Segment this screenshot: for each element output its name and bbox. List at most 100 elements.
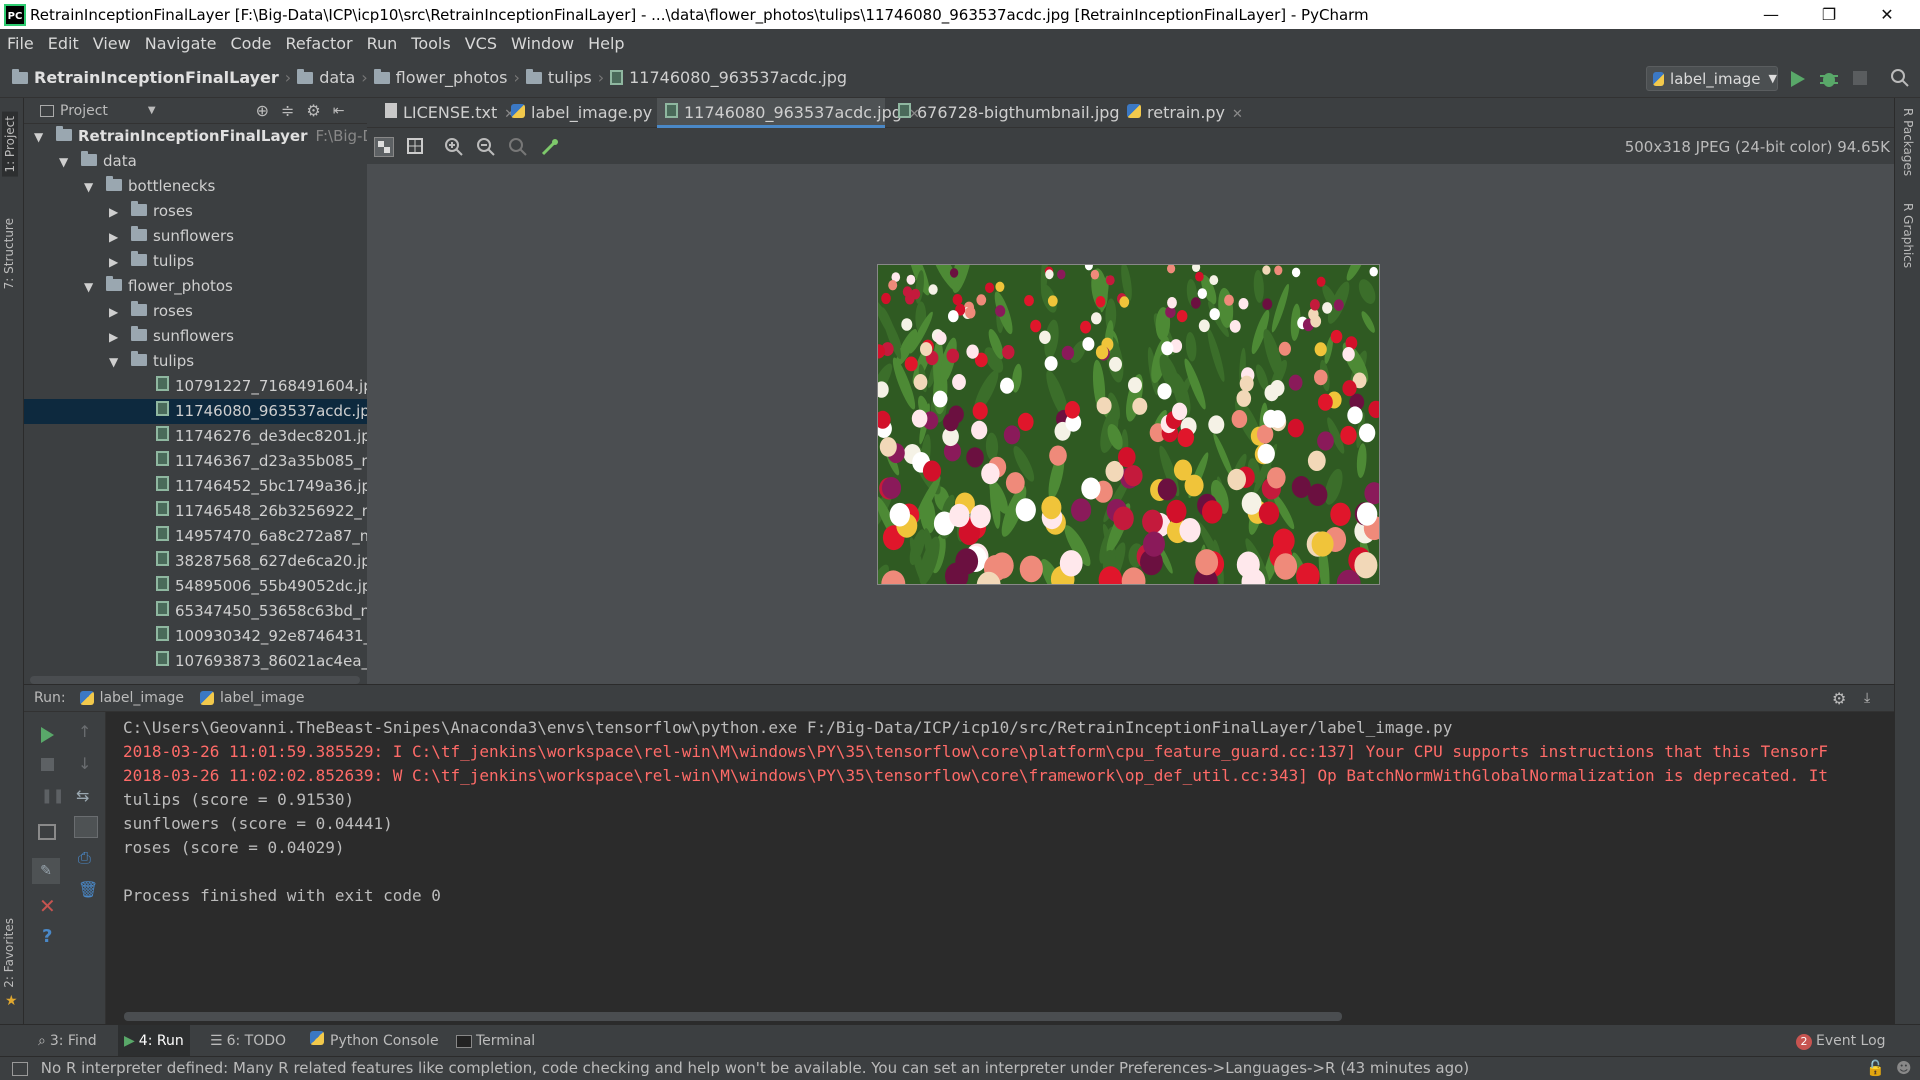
tool-tab-python-console[interactable]: Python Console bbox=[310, 1025, 439, 1057]
tree-item[interactable]: ▼ data bbox=[24, 149, 367, 174]
tab-11746080-jpg[interactable]: 11746080_963537acdc.jpg ✕ bbox=[657, 98, 920, 128]
expanded-arrow-icon[interactable]: ▼ bbox=[84, 275, 98, 299]
tree-item[interactable]: 100930342_92e8746431_n.jpg bbox=[24, 624, 367, 649]
color-picker-icon[interactable] bbox=[540, 137, 560, 157]
tree-item[interactable]: 54895006_55b49052dc.jpg bbox=[24, 574, 367, 599]
menu-run[interactable]: Run bbox=[367, 34, 398, 53]
expanded-arrow-icon[interactable]: ▼ bbox=[59, 150, 73, 174]
breadcrumb-flower-photos[interactable]: flower_photos bbox=[396, 68, 508, 87]
status-message[interactable]: No R interpreter defined: Many R related… bbox=[41, 1059, 1469, 1077]
collapsed-arrow-icon[interactable]: ▶ bbox=[109, 225, 123, 249]
menu-help[interactable]: Help bbox=[588, 34, 624, 53]
zoom-in-icon[interactable] bbox=[444, 137, 464, 157]
menu-refactor[interactable]: Refactor bbox=[285, 34, 352, 53]
tree-item[interactable]: ▶ tulips bbox=[24, 249, 367, 274]
tree-item[interactable]: ▶ sunflowers bbox=[24, 224, 367, 249]
tree-item[interactable]: ▼ bottlenecks bbox=[24, 174, 367, 199]
tool-tab-structure[interactable]: 7: Structure bbox=[2, 218, 16, 289]
collapsed-arrow-icon[interactable]: ▶ bbox=[109, 250, 123, 274]
rerun-icon[interactable] bbox=[38, 726, 56, 744]
tree-item[interactable]: ▼ tulips bbox=[24, 349, 367, 374]
search-icon[interactable] bbox=[1890, 68, 1910, 88]
zoom-out-icon[interactable] bbox=[476, 137, 496, 157]
chessboard-icon[interactable] bbox=[374, 137, 394, 157]
tool-tab-favorites[interactable]: 2: Favorites bbox=[2, 918, 16, 988]
tool-tab-run[interactable]: ▶ 4: Run bbox=[118, 1025, 190, 1057]
tree-item[interactable]: 11746452_5bc1749a36.jpg bbox=[24, 474, 367, 499]
tree-item[interactable]: 65347450_53658c63bd_n.jpg bbox=[24, 599, 367, 624]
tool-tab-r-packages[interactable]: R Packages bbox=[1901, 108, 1915, 176]
menu-navigate[interactable]: Navigate bbox=[145, 34, 217, 53]
up-arrow-icon[interactable]: ↑ bbox=[78, 722, 91, 741]
tree-item[interactable]: ▶ roses bbox=[24, 299, 367, 324]
tab-label-image-py[interactable]: label_image.py✕ bbox=[503, 98, 670, 128]
print-icon[interactable]: ⎙ bbox=[78, 848, 91, 868]
collapse-all-icon[interactable]: ≑ bbox=[281, 101, 294, 120]
chevron-down-icon[interactable]: ▼ bbox=[148, 105, 156, 116]
tree-item[interactable]: ▶ roses bbox=[24, 199, 367, 224]
tree-item[interactable]: 14957470_6a8c272a87_m.jpg bbox=[24, 524, 367, 549]
run-configuration-select[interactable]: label_image ▼ bbox=[1646, 66, 1778, 91]
menu-edit[interactable]: Edit bbox=[48, 34, 79, 53]
breadcrumb-file[interactable]: 11746080_963537acdc.jpg bbox=[629, 68, 847, 87]
hide-panel-icon[interactable]: ⤓ bbox=[1864, 690, 1870, 706]
project-view-select[interactable]: Project bbox=[60, 103, 108, 119]
expanded-arrow-icon[interactable]: ▼ bbox=[84, 175, 98, 199]
stop-icon[interactable] bbox=[1853, 71, 1867, 85]
tool-tab-todo[interactable]: ☰ 6: TODO bbox=[210, 1025, 286, 1057]
run-icon[interactable] bbox=[1787, 69, 1807, 89]
tool-tab-terminal[interactable]: Terminal bbox=[456, 1025, 535, 1057]
menu-view[interactable]: View bbox=[93, 34, 131, 53]
tree-item[interactable]: 11746276_de3dec8201.jpg bbox=[24, 424, 367, 449]
console-scrollbar[interactable] bbox=[124, 1012, 1342, 1021]
down-arrow-icon[interactable]: ↓ bbox=[78, 754, 91, 773]
close-icon[interactable]: ✕ bbox=[39, 894, 56, 918]
run-tab-label-image-2[interactable]: label_image bbox=[220, 690, 304, 706]
inspector-icon[interactable]: ☻ bbox=[1896, 1057, 1912, 1080]
tree-item[interactable]: 11746367_d23a35b085_n.jpg bbox=[24, 449, 367, 474]
breadcrumb-data[interactable]: data bbox=[319, 68, 355, 87]
minimize-button[interactable]: — bbox=[1742, 0, 1800, 29]
breadcrumb-tulips[interactable]: tulips bbox=[548, 68, 592, 87]
project-tree-scrollbar[interactable] bbox=[30, 676, 360, 684]
tool-tab-project[interactable]: 1: Project bbox=[2, 112, 18, 177]
soft-wrap-icon[interactable]: ⇆ bbox=[76, 786, 89, 805]
tool-tab-r-graphics[interactable]: R Graphics bbox=[1901, 203, 1915, 268]
tree-item[interactable]: ▼ flower_photos bbox=[24, 274, 367, 299]
menu-file[interactable]: File bbox=[7, 34, 34, 53]
tree-item[interactable]: ▶ sunflowers bbox=[24, 324, 367, 349]
trash-icon[interactable]: 🗑 bbox=[78, 880, 98, 899]
tab-676728-jpg[interactable]: 676728-bigthumbnail.jpg✕ bbox=[890, 98, 1138, 128]
toggle-tool-windows-icon[interactable] bbox=[12, 1061, 28, 1076]
restore-layout-icon[interactable] bbox=[38, 824, 56, 840]
stop-icon[interactable] bbox=[41, 758, 54, 771]
pause-icon[interactable]: ❚❚ bbox=[41, 788, 64, 804]
grid-icon[interactable] bbox=[406, 137, 426, 157]
actual-size-icon[interactable] bbox=[508, 137, 528, 157]
tool-tab-find[interactable]: ⌕ 3: Find bbox=[38, 1025, 97, 1057]
tab-license[interactable]: LICENSE.txt ✕ bbox=[377, 98, 515, 128]
tab-retrain-py[interactable]: retrain.py ✕ bbox=[1119, 98, 1243, 128]
gear-icon[interactable]: ⚙ bbox=[306, 101, 320, 120]
run-console-output[interactable]: C:\Users\Geovanni.TheBeast-Snipes\Anacon… bbox=[106, 712, 1894, 1024]
locate-icon[interactable]: ⊕ bbox=[256, 101, 269, 120]
help-icon[interactable]: ? bbox=[42, 926, 52, 947]
close-button[interactable]: ✕ bbox=[1858, 0, 1916, 29]
expanded-arrow-icon[interactable]: ▼ bbox=[34, 125, 48, 149]
tree-item[interactable]: 11746548_26b3256922_n.jpg bbox=[24, 499, 367, 524]
scroll-to-end-icon[interactable] bbox=[74, 816, 98, 838]
debug-icon[interactable] bbox=[1818, 68, 1840, 90]
event-log-button[interactable]: 2 Event Log bbox=[1796, 1025, 1886, 1057]
collapsed-arrow-icon[interactable]: ▶ bbox=[109, 325, 123, 349]
tree-item[interactable]: 38287568_627de6ca20.jpg bbox=[24, 549, 367, 574]
restore-button[interactable]: ❐ bbox=[1800, 0, 1858, 29]
tree-item[interactable]: 10791227_7168491604.jpg bbox=[24, 374, 367, 399]
collapsed-arrow-icon[interactable]: ▶ bbox=[109, 200, 123, 224]
lock-icon[interactable]: 🔓 bbox=[1866, 1057, 1885, 1080]
tree-item[interactable]: ▼ RetrainInceptionFinalLayer F:\Big-Data\I bbox=[24, 124, 367, 149]
close-icon[interactable]: ✕ bbox=[1232, 107, 1243, 122]
gear-icon[interactable]: ⚙ bbox=[1832, 689, 1846, 708]
menu-code[interactable]: Code bbox=[231, 34, 272, 53]
tree-item[interactable]: 11746080_963537acdc.jpg bbox=[24, 399, 367, 424]
menu-tools[interactable]: Tools bbox=[411, 34, 450, 53]
